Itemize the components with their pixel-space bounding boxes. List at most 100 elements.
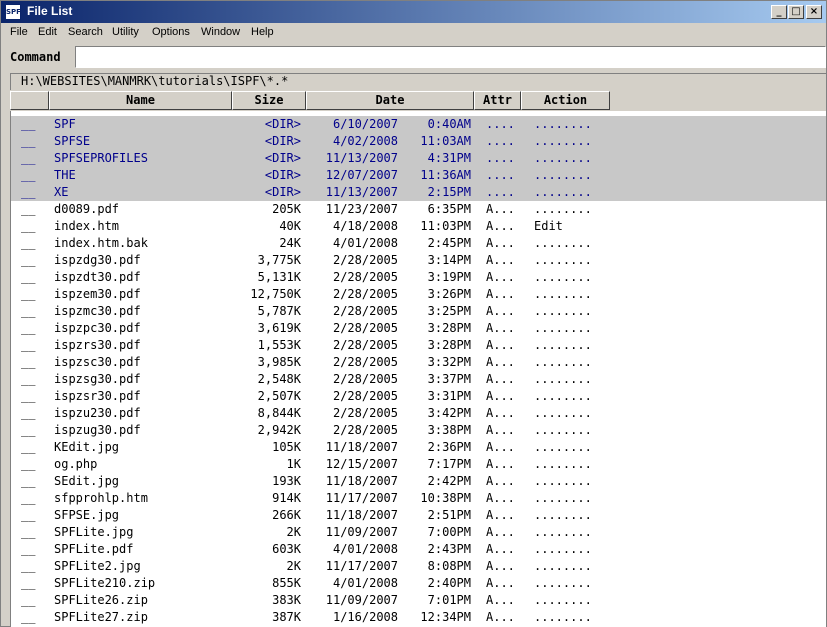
row-select-field[interactable]: __ <box>21 150 35 167</box>
file-name[interactable]: SPFSEPROFILES <box>54 150 148 167</box>
file-name[interactable]: ispzdg30.pdf <box>54 252 141 269</box>
file-row[interactable]: __ ispzrs30.pdf 1,553K 2/28/2005 3:28PM A....… <box>11 337 826 354</box>
file-action[interactable]: ........ <box>534 558 592 575</box>
file-row[interactable]: __ index.htm.bak 24K 4/01/2008 2:45PM A......… <box>11 235 826 252</box>
file-action[interactable]: Edit <box>534 218 563 235</box>
file-row[interactable]: __ ispzmc30.pdf 5,787K 2/28/2005 3:25PM A....… <box>11 303 826 320</box>
file-row[interactable]: __ d0089.pdf 205K 11/23/2007 6:35PM A........… <box>11 201 826 218</box>
file-row[interactable]: __ index.htm 40K 4/18/2008 11:03PM A... Edit <box>11 218 826 235</box>
directory-row[interactable]: __ SPFSE <DIR> 4/02/2008 11:03AM............ <box>11 133 826 150</box>
row-select-field[interactable]: __ <box>21 507 35 524</box>
file-action[interactable]: ........ <box>534 422 592 439</box>
file-name[interactable]: SPF <box>54 116 76 133</box>
file-action[interactable]: ........ <box>534 252 592 269</box>
file-action[interactable]: ........ <box>534 286 592 303</box>
file-action[interactable]: ........ <box>534 269 592 286</box>
file-row[interactable]: __ ispzdg30.pdf 3,775K 2/28/2005 3:14PM A....… <box>11 252 826 269</box>
file-name[interactable]: ispzsg30.pdf <box>54 371 141 388</box>
file-row[interactable]: __ ispzsc30.pdf 3,985K 2/28/2005 3:32PM A....… <box>11 354 826 371</box>
file-action[interactable]: ........ <box>534 541 592 558</box>
row-select-field[interactable]: __ <box>21 439 35 456</box>
directory-row[interactable]: __ SPF <DIR> 6/10/2007 0:40AM............ <box>11 116 826 133</box>
spf-app-icon[interactable]: SPF <box>5 4 21 20</box>
menu-window[interactable]: Window <box>201 26 240 38</box>
row-select-field[interactable]: __ <box>21 269 35 286</box>
file-action[interactable]: ........ <box>534 133 592 150</box>
file-name[interactable]: ispzem30.pdf <box>54 286 141 303</box>
row-select-field[interactable]: __ <box>21 320 35 337</box>
file-action[interactable]: ........ <box>534 320 592 337</box>
file-row[interactable]: __ ispzu230.pdf 8,844K 2/28/2005 3:42PM A....… <box>11 405 826 422</box>
row-select-field[interactable]: __ <box>21 133 35 150</box>
file-name[interactable]: ispzpc30.pdf <box>54 320 141 337</box>
maximize-button[interactable]: □ <box>788 5 804 19</box>
row-select-field[interactable]: __ <box>21 592 35 609</box>
file-name[interactable]: SEdit.jpg <box>54 473 119 490</box>
file-action[interactable]: ........ <box>534 592 592 609</box>
file-name[interactable]: sfpprohlp.htm <box>54 490 148 507</box>
file-name[interactable]: SPFLite.jpg <box>54 524 133 541</box>
row-select-field[interactable]: __ <box>21 558 35 575</box>
directory-row[interactable]: __ XE <DIR> 11/13/2007 2:15PM............ <box>11 184 826 201</box>
row-select-field[interactable]: __ <box>21 405 35 422</box>
attr-column-header[interactable]: Attr <box>474 91 521 110</box>
file-name[interactable]: KEdit.jpg <box>54 439 119 456</box>
file-row[interactable]: __ ispzsg30.pdf 2,548K 2/28/2005 3:37PM A....… <box>11 371 826 388</box>
file-name[interactable]: SPFLite26.zip <box>54 592 148 609</box>
file-action[interactable]: ........ <box>534 388 592 405</box>
file-name[interactable]: index.htm.bak <box>54 235 148 252</box>
file-name[interactable]: SPFLite210.zip <box>54 575 155 592</box>
file-action[interactable]: ........ <box>534 303 592 320</box>
file-action[interactable]: ........ <box>534 116 592 133</box>
file-name[interactable]: ispzu230.pdf <box>54 405 141 422</box>
directory-row[interactable]: __ THE <DIR> 12/07/2007 11:36AM............ <box>11 167 826 184</box>
size-column-header[interactable]: Size <box>232 91 306 110</box>
file-action[interactable]: ........ <box>534 575 592 592</box>
row-select-field[interactable]: __ <box>21 524 35 541</box>
file-row[interactable]: __ ispzsr30.pdf 2,507K 2/28/2005 3:31PM A....… <box>11 388 826 405</box>
row-select-field[interactable]: __ <box>21 116 35 133</box>
row-select-field[interactable]: __ <box>21 473 35 490</box>
menu-edit[interactable]: Edit <box>38 26 57 38</box>
file-row[interactable]: __ SFPSE.jpg 266K 11/18/2007 2:51PM A........… <box>11 507 826 524</box>
row-select-field[interactable]: __ <box>21 422 35 439</box>
menu-utility[interactable]: Utility <box>112 26 139 38</box>
file-action[interactable]: ........ <box>534 405 592 422</box>
file-row[interactable]: __ ispzdt30.pdf 5,131K 2/28/2005 3:19PM A....… <box>11 269 826 286</box>
menu-options[interactable]: Options <box>152 26 190 38</box>
file-action[interactable]: ........ <box>534 456 592 473</box>
file-name[interactable]: ispzsr30.pdf <box>54 388 141 405</box>
file-name[interactable]: SPFLite.pdf <box>54 541 133 558</box>
row-select-field[interactable]: __ <box>21 184 35 201</box>
file-name[interactable]: index.htm <box>54 218 119 235</box>
file-name[interactable]: d0089.pdf <box>54 201 119 218</box>
close-button[interactable]: × <box>806 5 822 19</box>
row-select-field[interactable]: __ <box>21 218 35 235</box>
file-action[interactable]: ........ <box>534 439 592 456</box>
file-row[interactable]: __ ispzpc30.pdf 3,619K 2/28/2005 3:28PM A....… <box>11 320 826 337</box>
file-action[interactable]: ........ <box>534 167 592 184</box>
file-action[interactable]: ........ <box>534 609 592 626</box>
row-select-field[interactable]: __ <box>21 303 35 320</box>
command-input[interactable] <box>75 46 826 68</box>
file-row[interactable]: __ SPFLite26.zip 383K 11/09/2007 7:01PM A....… <box>11 592 826 609</box>
file-name[interactable]: ispzsc30.pdf <box>54 354 141 371</box>
select-column-header[interactable] <box>10 91 49 110</box>
file-action[interactable]: ........ <box>534 201 592 218</box>
file-name[interactable]: SPFLite27.zip <box>54 609 148 626</box>
row-select-field[interactable]: __ <box>21 371 35 388</box>
file-name[interactable]: XE <box>54 184 68 201</box>
minimize-button[interactable]: _ <box>771 5 787 19</box>
file-name[interactable]: SPFLite2.jpg <box>54 558 141 575</box>
file-row[interactable]: __ SPFLite27.zip 387K 1/16/2008 12:34PM A....… <box>11 609 826 626</box>
name-column-header[interactable]: Name <box>49 91 232 110</box>
file-action[interactable]: ........ <box>534 184 592 201</box>
title-bar[interactable]: SPF File List _ □ × <box>1 1 826 23</box>
file-name[interactable]: ispzmc30.pdf <box>54 303 141 320</box>
row-select-field[interactable]: __ <box>21 201 35 218</box>
file-row[interactable]: __ SPFLite210.zip 855K 4/01/2008 2:40PM A....… <box>11 575 826 592</box>
file-action[interactable]: ........ <box>534 524 592 541</box>
file-row[interactable]: __ og.php 1K 12/15/2007 7:17PM A........... <box>11 456 826 473</box>
file-row[interactable]: __ SPFLite2.jpg 2K 11/17/2007 8:08PM A.......… <box>11 558 826 575</box>
row-select-field[interactable]: __ <box>21 337 35 354</box>
